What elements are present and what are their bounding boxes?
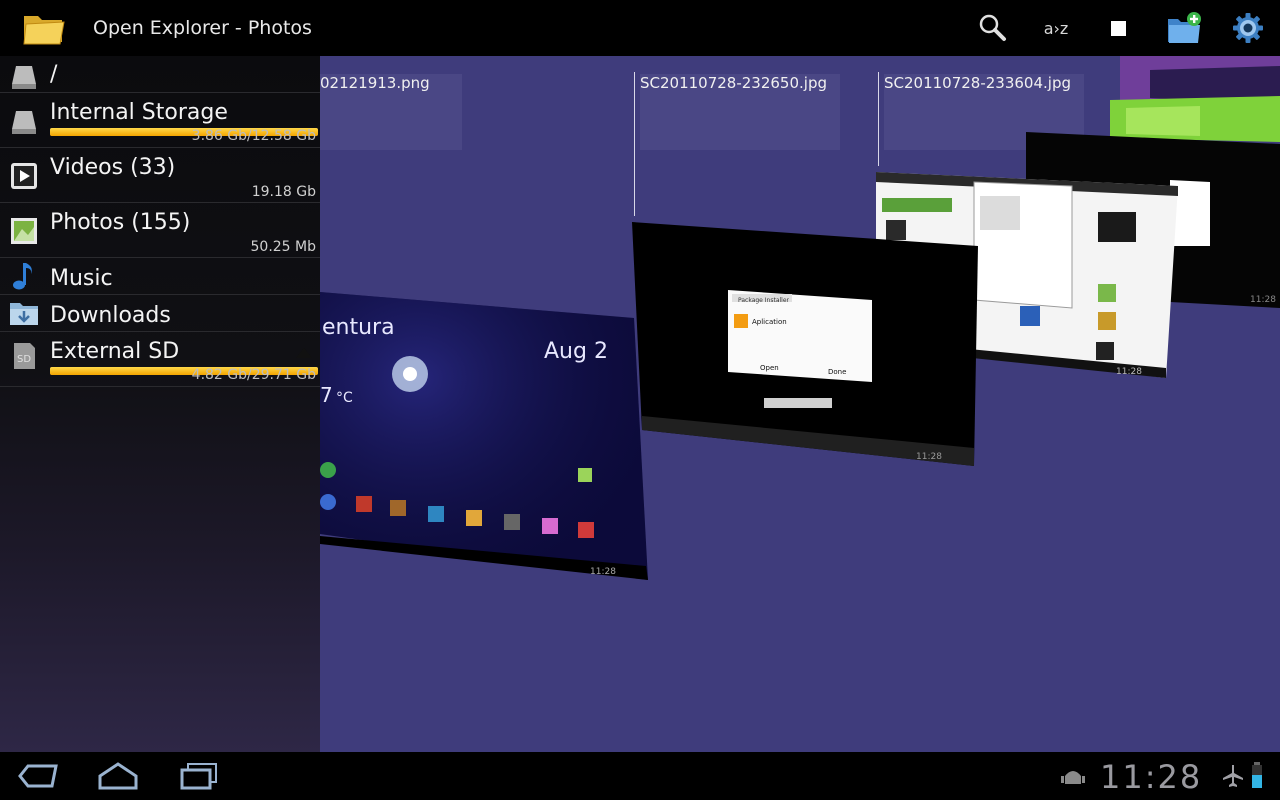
sidebar-item-label: / xyxy=(50,62,58,87)
app-title: Open Explorer - Photos xyxy=(93,17,312,39)
svg-text:SD: SD xyxy=(17,354,31,365)
sidebar-item-label: Music xyxy=(50,266,113,291)
recent-apps-button[interactable] xyxy=(168,758,228,794)
action-bar: Open Explorer - Photos a›z xyxy=(0,0,1280,56)
storage-usage-text: 4.82 Gb/29.71 Gb xyxy=(191,367,316,383)
svg-text:°C: °C xyxy=(336,390,353,406)
debug-android-icon[interactable] xyxy=(1060,766,1086,788)
downloads-folder-icon xyxy=(10,303,38,325)
sidebar-item-music[interactable]: Music xyxy=(0,258,320,295)
photo-thumbnail[interactable]: Package Installer Aplication Open Done 1… xyxy=(632,222,978,466)
sidebar: / Internal Storage 3.86 Gb/12.58 Gb Vide… xyxy=(0,56,320,752)
eject-icon[interactable] xyxy=(296,348,312,358)
svg-text:Aug 2: Aug 2 xyxy=(544,339,608,364)
svg-text:11:28: 11:28 xyxy=(1250,295,1276,305)
recent-apps-icon xyxy=(180,763,217,790)
settings-gear-icon xyxy=(1233,13,1263,43)
sidebar-item-external-sd[interactable]: SD External SD 4.82 Gb/29.71 Gb xyxy=(0,332,320,387)
svg-text:Aplication: Aplication xyxy=(752,318,787,326)
back-icon xyxy=(18,764,58,788)
new-folder-button[interactable] xyxy=(1162,8,1206,48)
sd-card-icon: SD xyxy=(14,343,35,369)
folder-app-icon[interactable] xyxy=(22,10,66,46)
svg-text:7: 7 xyxy=(320,383,333,407)
sidebar-item-label: Videos (33) xyxy=(50,155,176,180)
folder-size: 19.18 Gb xyxy=(251,184,316,200)
storage-usage-text: 3.86 Gb/12.58 Gb xyxy=(191,128,316,144)
svg-text:entura: entura xyxy=(322,315,395,340)
photo-thumbnail[interactable] xyxy=(1110,56,1280,142)
airplane-mode-icon xyxy=(1222,764,1244,788)
select-button[interactable] xyxy=(1096,8,1140,48)
coverflow: 11:28 11:28 Package Installer Aplication… xyxy=(320,56,1280,580)
music-note-icon xyxy=(13,263,32,290)
svg-text:Done: Done xyxy=(828,368,846,376)
system-nav-bar: 11:28 xyxy=(0,752,1280,800)
search-button[interactable] xyxy=(970,8,1014,48)
sort-button[interactable]: a›z xyxy=(1034,8,1078,48)
sidebar-item-label: External SD xyxy=(50,339,180,364)
svg-text:11:28: 11:28 xyxy=(590,567,616,577)
back-button[interactable] xyxy=(8,758,68,794)
status-clock[interactable]: 11:28 xyxy=(1100,758,1202,796)
svg-text:11:28: 11:28 xyxy=(1116,367,1142,377)
sidebar-item-downloads[interactable]: Downloads xyxy=(0,295,320,332)
new-folder-icon xyxy=(1168,12,1201,43)
battery-icon xyxy=(1252,762,1262,788)
sidebar-item-label: Photos (155) xyxy=(50,210,191,235)
sidebar-item-label: Internal Storage xyxy=(50,100,228,125)
select-square-icon xyxy=(1110,20,1126,36)
sort-az-icon: a›z xyxy=(1043,18,1069,38)
photo-icon xyxy=(11,218,37,244)
svg-text:11:28: 11:28 xyxy=(916,452,942,462)
folder-size: 50.25 Mb xyxy=(250,239,317,255)
drive-icon xyxy=(12,66,36,89)
settings-button[interactable] xyxy=(1226,8,1270,48)
search-icon xyxy=(979,14,1006,41)
svg-text:Package Installer: Package Installer xyxy=(738,297,790,304)
svg-text:Open: Open xyxy=(760,364,779,372)
sidebar-item-photos[interactable]: Photos (155) 50.25 Mb xyxy=(0,203,320,258)
home-button[interactable] xyxy=(88,758,148,794)
sidebar-item-label: Downloads xyxy=(50,303,171,328)
photo-gallery[interactable]: 02121913.png SC20110728-232650.jpg SC201… xyxy=(320,56,1280,752)
sidebar-item-videos[interactable]: Videos (33) 19.18 Gb xyxy=(0,148,320,203)
photo-thumbnail[interactable]: entura Aug 2 7 °C 11:28 xyxy=(320,292,648,580)
drive-icon xyxy=(12,111,36,134)
sidebar-item-root[interactable]: / xyxy=(0,56,320,93)
video-play-icon xyxy=(11,163,37,189)
home-icon xyxy=(98,762,138,790)
sidebar-item-internal-storage[interactable]: Internal Storage 3.86 Gb/12.58 Gb xyxy=(0,93,320,148)
